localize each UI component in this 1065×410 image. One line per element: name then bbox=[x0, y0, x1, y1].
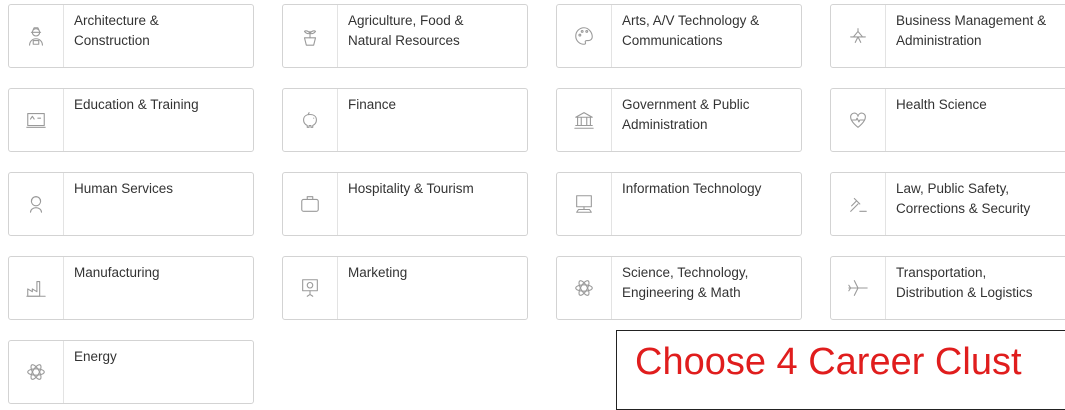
desk-lamp-icon bbox=[850, 28, 866, 43]
cluster-label: Human Services bbox=[74, 181, 174, 196]
factory-icon bbox=[26, 281, 46, 297]
airplane-icon bbox=[848, 280, 868, 296]
cluster-label: Information Technology bbox=[622, 181, 762, 196]
plant-icon bbox=[303, 30, 317, 46]
cluster-card-arts-av[interactable]: Arts, A/V Technology & Communications bbox=[556, 4, 802, 68]
cluster-label: Energy bbox=[74, 349, 117, 364]
cluster-card-hospitality[interactable]: Hospitality & Tourism bbox=[282, 172, 528, 236]
cluster-card-human-services[interactable]: Human Services bbox=[8, 172, 254, 236]
instruction-banner: Choose 4 Career Clust bbox=[616, 330, 1065, 410]
cluster-label: Law, Public Safety, Corrections & Securi… bbox=[896, 181, 1031, 216]
cluster-label: Government & Public Administration bbox=[622, 97, 750, 132]
worker-icon bbox=[29, 27, 43, 46]
cluster-card-stem[interactable]: Science, Technology, Engineering & Math bbox=[556, 256, 802, 320]
computer-icon bbox=[576, 195, 592, 213]
cluster-label: Manufacturing bbox=[74, 265, 160, 280]
cluster-label: Marketing bbox=[348, 265, 408, 280]
cluster-card-architecture-construction[interactable]: Architecture & Construction bbox=[8, 4, 254, 68]
cluster-card-energy[interactable]: Energy bbox=[8, 340, 254, 404]
atom-icon bbox=[575, 280, 593, 296]
cluster-label: Business Management & Administration bbox=[896, 13, 1047, 48]
cluster-card-manufacturing[interactable]: Manufacturing bbox=[8, 256, 254, 320]
cluster-card-health[interactable]: Health Science bbox=[830, 88, 1065, 152]
cluster-label: Education & Training bbox=[74, 97, 199, 112]
cluster-label: Transportation, Distribution & Logistics bbox=[896, 265, 1033, 300]
person-headset-icon bbox=[29, 196, 43, 213]
cluster-card-marketing[interactable]: Marketing bbox=[282, 256, 528, 320]
cluster-label: Science, Technology, Engineering & Math bbox=[622, 265, 749, 300]
cluster-card-finance[interactable]: Finance bbox=[282, 88, 528, 152]
cluster-label: Architecture & Construction bbox=[74, 13, 159, 48]
piggy-bank-icon bbox=[303, 112, 317, 128]
cluster-card-agriculture[interactable]: Agriculture, Food & Natural Resources bbox=[282, 4, 528, 68]
instruction-text: Choose 4 Career Clust bbox=[635, 341, 1022, 383]
cluster-card-transportation[interactable]: Transportation, Distribution & Logistics bbox=[830, 256, 1065, 320]
palette-icon bbox=[575, 27, 593, 45]
page: { "clusters": [ {"label": "Architecture … bbox=[0, 0, 1065, 410]
cluster-label: Agriculture, Food & Natural Resources bbox=[348, 13, 464, 48]
cluster-label: Hospitality & Tourism bbox=[348, 181, 474, 196]
cluster-card-government[interactable]: Government & Public Administration bbox=[556, 88, 802, 152]
presentation-board-icon bbox=[302, 279, 318, 297]
suitcase-icon bbox=[301, 196, 319, 212]
cluster-card-it[interactable]: Information Technology bbox=[556, 172, 802, 236]
heart-pulse-icon bbox=[850, 112, 866, 128]
gavel-icon bbox=[850, 197, 867, 212]
cluster-label: Finance bbox=[348, 97, 397, 112]
cluster-card-law[interactable]: Law, Public Safety, Corrections & Securi… bbox=[830, 172, 1065, 236]
chalkboard-icon bbox=[26, 113, 46, 128]
capitol-building-icon bbox=[574, 112, 594, 129]
cluster-label: Health Science bbox=[896, 97, 987, 112]
cluster-card-education[interactable]: Education & Training bbox=[8, 88, 254, 152]
atom-icon bbox=[27, 364, 45, 380]
cluster-label: Arts, A/V Technology & Communications bbox=[622, 13, 760, 48]
cluster-card-business[interactable]: Business Management & Administration bbox=[830, 4, 1065, 68]
